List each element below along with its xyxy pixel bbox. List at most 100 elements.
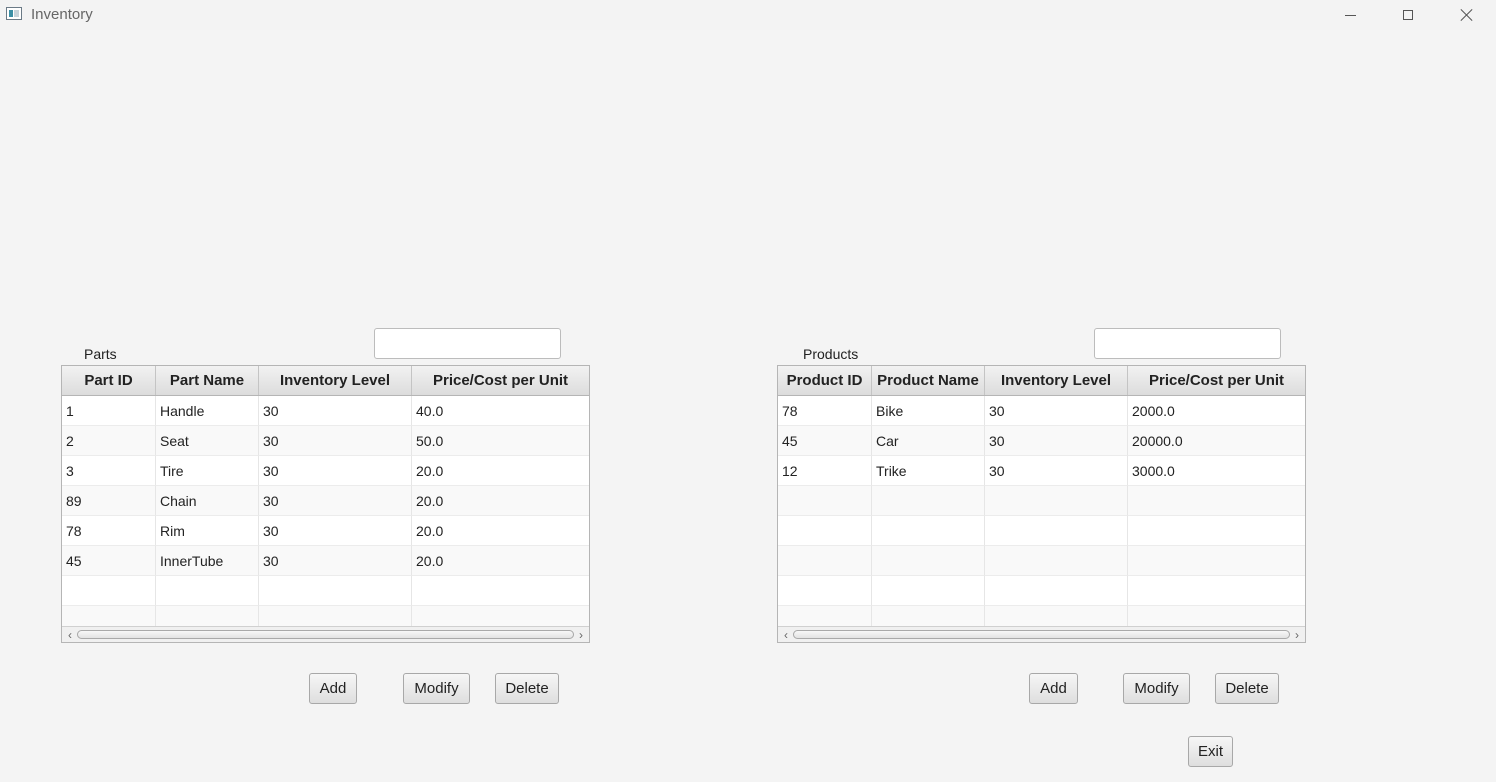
table-row[interactable]: 1 Handle 30 40.0 xyxy=(62,396,589,426)
products-col-inventory-level[interactable]: Inventory Level xyxy=(985,366,1128,395)
scroll-left-icon[interactable]: ‹ xyxy=(63,627,77,642)
table-cell xyxy=(872,576,985,606)
table-cell xyxy=(62,576,156,606)
products-table-body: 78 Bike 30 2000.0 45 Car 30 20000.0 12 Trike 30 300… xyxy=(778,396,1305,636)
table-cell xyxy=(872,516,985,546)
products-col-product-name[interactable]: Product Name xyxy=(872,366,985,395)
table-cell: 20.0 xyxy=(412,546,589,576)
parts-add-button[interactable]: Add xyxy=(309,673,357,704)
parts-col-part-id[interactable]: Part ID xyxy=(62,366,156,395)
scroll-left-icon[interactable]: ‹ xyxy=(779,627,793,642)
products-delete-button[interactable]: Delete xyxy=(1215,673,1279,704)
table-cell xyxy=(412,576,589,606)
table-cell: Rim xyxy=(156,516,259,546)
table-cell: 50.0 xyxy=(412,426,589,456)
close-icon xyxy=(1460,8,1474,22)
table-cell: 30 xyxy=(985,426,1128,456)
parts-delete-button[interactable]: Delete xyxy=(495,673,559,704)
table-row[interactable]: 78 Bike 30 2000.0 xyxy=(778,396,1305,426)
table-cell: Handle xyxy=(156,396,259,426)
table-cell xyxy=(985,486,1128,516)
parts-search-input[interactable] xyxy=(374,328,561,359)
table-cell: 12 xyxy=(778,456,872,486)
table-cell xyxy=(1128,486,1305,516)
table-cell: 20.0 xyxy=(412,486,589,516)
table-cell: 45 xyxy=(62,546,156,576)
minimize-icon xyxy=(1344,14,1356,16)
table-row[interactable]: 45 InnerTube 30 20.0 xyxy=(62,546,589,576)
products-add-button[interactable]: Add xyxy=(1029,673,1078,704)
table-cell: 20.0 xyxy=(412,456,589,486)
products-table[interactable]: Product ID Product Name Inventory Level … xyxy=(777,365,1306,643)
products-col-price[interactable]: Price/Cost per Unit xyxy=(1128,366,1305,395)
table-cell: 30 xyxy=(985,456,1128,486)
table-cell: 30 xyxy=(259,546,412,576)
table-cell xyxy=(156,576,259,606)
parts-modify-button[interactable]: Modify xyxy=(403,673,470,704)
table-cell: Tire xyxy=(156,456,259,486)
table-cell: 78 xyxy=(778,396,872,426)
maximize-button[interactable] xyxy=(1385,0,1431,30)
table-cell: 30 xyxy=(259,456,412,486)
scroll-right-icon[interactable]: › xyxy=(574,627,588,642)
parts-col-part-name[interactable]: Part Name xyxy=(156,366,259,395)
table-cell: InnerTube xyxy=(156,546,259,576)
parts-col-inventory-level[interactable]: Inventory Level xyxy=(259,366,412,395)
table-cell: Trike xyxy=(872,456,985,486)
maximize-icon xyxy=(1403,10,1413,20)
table-empty-row[interactable] xyxy=(778,516,1305,546)
table-cell: Bike xyxy=(872,396,985,426)
products-col-product-id[interactable]: Product ID xyxy=(778,366,872,395)
table-empty-row[interactable] xyxy=(778,576,1305,606)
scroll-right-icon[interactable]: › xyxy=(1290,627,1304,642)
table-empty-row[interactable] xyxy=(778,486,1305,516)
products-search-input[interactable] xyxy=(1094,328,1281,359)
minimize-button[interactable] xyxy=(1327,0,1373,30)
table-empty-row[interactable] xyxy=(778,546,1305,576)
parts-col-price[interactable]: Price/Cost per Unit xyxy=(412,366,589,395)
table-cell xyxy=(778,516,872,546)
table-cell: 30 xyxy=(259,516,412,546)
close-button[interactable] xyxy=(1444,0,1490,30)
table-cell xyxy=(778,486,872,516)
table-cell: 20000.0 xyxy=(1128,426,1305,456)
table-cell: 3 xyxy=(62,456,156,486)
table-cell xyxy=(872,486,985,516)
parts-table-header: Part ID Part Name Inventory Level Price/… xyxy=(62,366,589,396)
table-row[interactable]: 12 Trike 30 3000.0 xyxy=(778,456,1305,486)
products-horizontal-scrollbar[interactable]: ‹ › xyxy=(778,626,1305,642)
table-cell: 2 xyxy=(62,426,156,456)
table-row[interactable]: 89 Chain 30 20.0 xyxy=(62,486,589,516)
table-cell: 30 xyxy=(259,426,412,456)
table-cell: 89 xyxy=(62,486,156,516)
table-row[interactable]: 45 Car 30 20000.0 xyxy=(778,426,1305,456)
table-cell xyxy=(985,546,1128,576)
table-cell xyxy=(259,576,412,606)
table-cell: 40.0 xyxy=(412,396,589,426)
parts-scroll-thumb[interactable] xyxy=(77,630,574,639)
products-modify-button[interactable]: Modify xyxy=(1123,673,1190,704)
table-cell xyxy=(1128,576,1305,606)
table-cell: 30 xyxy=(259,396,412,426)
table-cell: 1 xyxy=(62,396,156,426)
table-row[interactable]: 3 Tire 30 20.0 xyxy=(62,456,589,486)
inventory-window: Inventory Parts Part ID Part Name Invent… xyxy=(0,0,1496,782)
table-empty-row[interactable] xyxy=(62,576,589,606)
exit-button[interactable]: Exit xyxy=(1188,736,1233,767)
parts-table-body: 1 Handle 30 40.0 2 Seat 30 50.0 3 Tire 30 20.0 89 Cha… xyxy=(62,396,589,636)
parts-label: Parts xyxy=(84,346,117,362)
table-cell: 45 xyxy=(778,426,872,456)
table-row[interactable]: 2 Seat 30 50.0 xyxy=(62,426,589,456)
table-cell: 78 xyxy=(62,516,156,546)
table-cell xyxy=(985,576,1128,606)
parts-horizontal-scrollbar[interactable]: ‹ › xyxy=(62,626,589,642)
table-cell: Seat xyxy=(156,426,259,456)
table-cell xyxy=(778,576,872,606)
products-scroll-thumb[interactable] xyxy=(793,630,1290,639)
table-cell: 30 xyxy=(985,396,1128,426)
parts-table[interactable]: Part ID Part Name Inventory Level Price/… xyxy=(61,365,590,643)
table-cell: 20.0 xyxy=(412,516,589,546)
table-row[interactable]: 78 Rim 30 20.0 xyxy=(62,516,589,546)
table-cell xyxy=(985,516,1128,546)
app-icon xyxy=(6,7,22,20)
